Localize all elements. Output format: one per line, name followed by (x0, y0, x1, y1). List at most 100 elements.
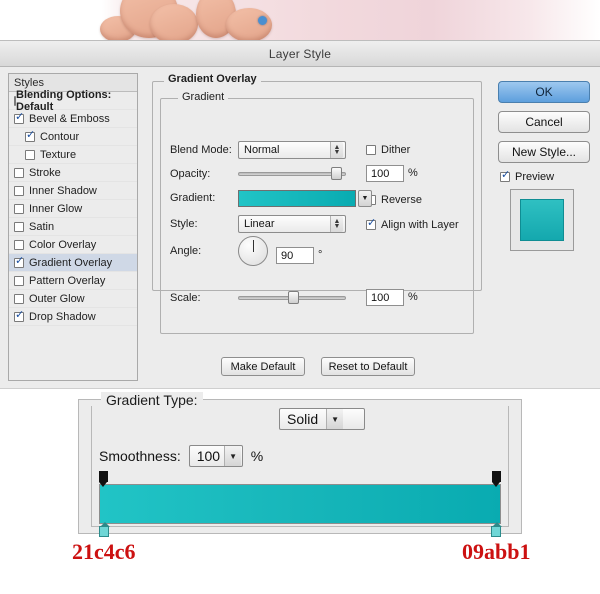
preview-row[interactable]: Preview (500, 169, 594, 183)
scale-input[interactable]: 100 (366, 289, 404, 306)
opacity-slider-thumb[interactable] (331, 167, 342, 180)
sidebar-item-label: Inner Glow (29, 202, 83, 215)
sidebar-item-bevel-emboss[interactable]: Bevel & Emboss (9, 110, 137, 128)
sidebar-item-color-overlay[interactable]: Color Overlay (9, 236, 137, 254)
chevron-down-icon[interactable]: ▼ (358, 189, 372, 207)
dialog-title: Layer Style (268, 46, 332, 61)
new-style-button[interactable]: New Style... (498, 141, 590, 163)
checkbox-icon[interactable] (14, 203, 24, 214)
gradient-row: Gradient: ▼ (170, 189, 372, 207)
preview-label: Preview (515, 171, 555, 183)
sidebar-item-gradient-overlay[interactable]: Gradient Overlay (9, 254, 137, 272)
scale-slider-thumb[interactable] (288, 291, 299, 304)
checkbox-icon[interactable] (14, 309, 24, 322)
gradient-opacity-stop-left[interactable] (99, 471, 108, 487)
opacity-row: Opacity: (170, 165, 350, 183)
ok-button[interactable]: OK (498, 81, 590, 103)
dither-row[interactable]: Dither (366, 141, 410, 159)
layer-style-dialog: Layer Style Styles Blending Options: Def… (0, 40, 600, 388)
opacity-unit: % (408, 167, 418, 179)
gradient-color-stop-left[interactable] (99, 522, 110, 537)
sidebar-item-label: Pattern Overlay (29, 274, 106, 287)
sidebar-item-label: Satin (29, 220, 55, 233)
sidebar-item-drop-shadow[interactable]: Drop Shadow (9, 308, 137, 326)
angle-label: Angle: (170, 245, 202, 257)
angle-row: Angle: (170, 236, 268, 266)
blend-mode-label: Blend Mode: (170, 144, 232, 156)
scale-row: Scale: (170, 289, 350, 307)
gradient-swatch[interactable] (238, 189, 356, 207)
right-hex-annotation: 09abb1 (462, 539, 531, 564)
blue-dot-icon (258, 16, 267, 25)
angle-input[interactable]: 90 (276, 247, 314, 264)
gradient-editor-zoom: Gradient Type: Solid ▼ Smoothness: 100 ▼… (0, 388, 600, 594)
blend-mode-select[interactable]: Normal ▲ ▼ (238, 141, 346, 159)
gradient-preview-bar[interactable] (99, 484, 501, 524)
checkbox-icon[interactable] (14, 275, 24, 286)
smoothness-input[interactable]: 100 ▼ (188, 445, 243, 467)
styles-panel: Styles Blending Options: Default Bevel &… (8, 73, 138, 381)
scale-slider[interactable] (238, 291, 346, 304)
scale-label: Scale: (170, 292, 201, 304)
top-photo-strip (0, 0, 600, 40)
chevron-down-icon: ▼ (326, 409, 344, 429)
gradient-editor-panel: Gradient Type: Solid ▼ Smoothness: 100 ▼… (78, 392, 522, 537)
smoothness-label: Smoothness: (99, 448, 181, 464)
checkbox-icon[interactable] (14, 221, 24, 232)
gradient-type-label: Gradient Type: (101, 392, 203, 408)
checkbox-icon[interactable] (14, 111, 24, 124)
checkbox-icon[interactable] (14, 293, 24, 304)
blending-options-no-checkbox (14, 95, 16, 106)
opacity-input[interactable]: 100 (366, 165, 404, 182)
checkbox-icon[interactable] (14, 185, 24, 196)
chevron-updown-icon: ▲ ▼ (330, 216, 343, 232)
sidebar-item-texture[interactable]: Texture (9, 146, 137, 164)
sidebar-item-stroke[interactable]: Stroke (9, 164, 137, 182)
sidebar-item-satin[interactable]: Satin (9, 218, 137, 236)
reverse-label: Reverse (381, 194, 422, 206)
gradient-opacity-stop-right[interactable] (492, 471, 501, 487)
smoothness-value: 100 (196, 448, 221, 464)
dither-checkbox-icon[interactable] (366, 145, 376, 155)
sidebar-item-contour[interactable]: Contour (9, 128, 137, 146)
checkbox-icon[interactable] (14, 239, 24, 250)
style-row: Style: Linear ▲ ▼ (170, 215, 346, 233)
gradient-type-row: Solid ▼ (279, 408, 365, 430)
opacity-slider[interactable] (238, 167, 346, 180)
make-default-button[interactable]: Make Default (221, 357, 305, 376)
sidebar-item-label: Outer Glow (29, 292, 85, 305)
reset-to-default-button[interactable]: Reset to Default (321, 357, 415, 376)
style-select[interactable]: Linear ▲ ▼ (238, 215, 346, 233)
scale-unit: % (408, 291, 418, 303)
sidebar-item-outer-glow[interactable]: Outer Glow (9, 290, 137, 308)
sidebar-item-inner-shadow[interactable]: Inner Shadow (9, 182, 137, 200)
cancel-button[interactable]: Cancel (498, 111, 590, 133)
angle-value: 90 (281, 249, 294, 262)
scale-value: 100 (371, 291, 390, 304)
preview-thumbnail (510, 189, 574, 251)
decorative-shape (150, 4, 198, 40)
preview-checkbox-icon[interactable] (500, 169, 510, 182)
angle-dial[interactable] (238, 236, 268, 266)
gradient-type-select[interactable]: Solid ▼ (279, 408, 365, 430)
smoothness-unit: % (250, 448, 264, 464)
sidebar-item-label: Bevel & Emboss (29, 112, 110, 125)
reverse-row[interactable]: Reverse (366, 191, 422, 209)
sidebar-item-pattern-overlay[interactable]: Pattern Overlay (9, 272, 137, 290)
style-value: Linear (244, 218, 275, 230)
chevron-down-icon: ▼ (224, 446, 242, 466)
checkbox-icon[interactable] (25, 149, 35, 160)
checkbox-icon[interactable] (14, 167, 24, 178)
gradient-color-stop-right[interactable] (491, 522, 502, 537)
chevron-updown-icon: ▲ ▼ (330, 142, 343, 158)
checkbox-icon[interactable] (25, 129, 35, 142)
checkbox-icon[interactable] (14, 255, 24, 268)
gradient-label: Gradient: (170, 192, 216, 204)
align-with-layer-row[interactable]: Align with Layer (366, 216, 459, 234)
align-with-layer-checkbox-icon[interactable] (366, 217, 376, 230)
sidebar-item-blending-options[interactable]: Blending Options: Default (9, 88, 137, 113)
sidebar-item-label: Blending Options: Default (16, 88, 112, 113)
sidebar-item-inner-glow[interactable]: Inner Glow (9, 200, 137, 218)
style-label: Style: (170, 218, 198, 230)
dialog-actions: OK Cancel New Style... Preview (498, 81, 594, 251)
